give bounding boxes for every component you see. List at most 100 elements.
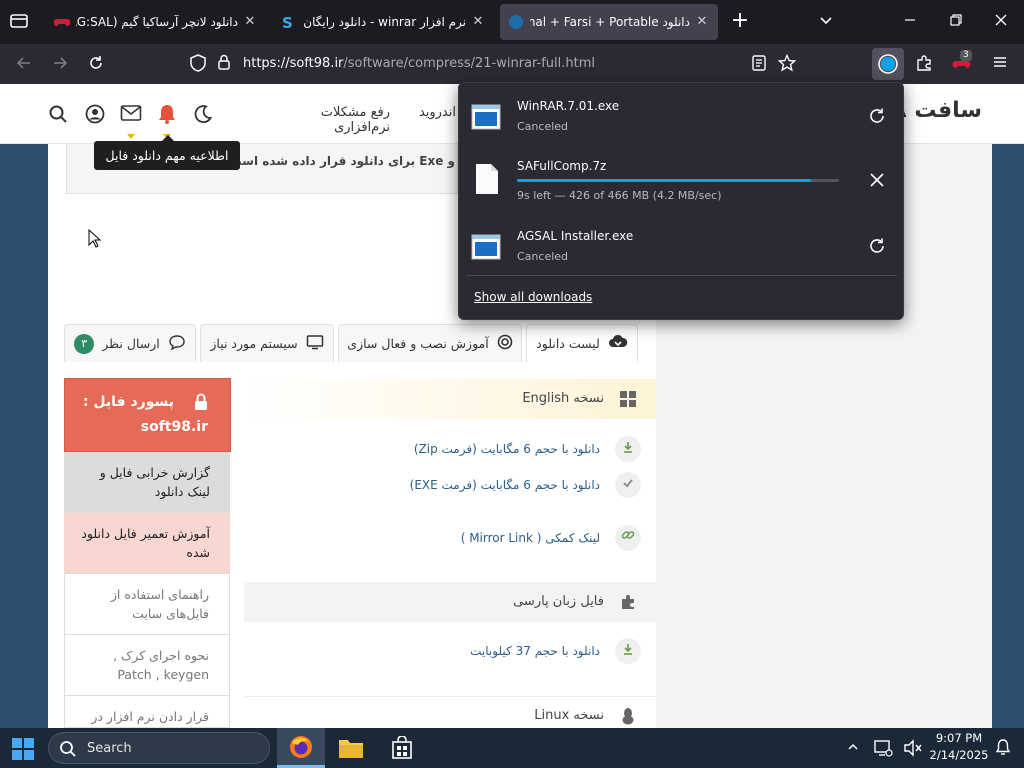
browser-tab-active[interactable]: دانلود Final + Farsi + Portable ✕ — [500, 4, 718, 40]
windows-icon — [620, 391, 636, 407]
close-tab-icon[interactable]: ✕ — [242, 14, 258, 30]
tray-chevron-up-icon[interactable] — [846, 740, 862, 756]
close-window-icon[interactable] — [991, 12, 1011, 32]
tab-overview-icon[interactable] — [8, 12, 30, 32]
tracking-protection-shield-icon[interactable] — [188, 54, 208, 74]
new-tab-icon[interactable]: + — [728, 10, 752, 34]
search-icon — [59, 740, 77, 758]
exe-file-icon — [471, 104, 501, 130]
clock-date[interactable]: 2/14/2025 — [928, 748, 990, 762]
sidebar-item-repair[interactable]: آموزش تعمیر فایل دانلود شده — [64, 513, 230, 574]
password-value: soft98.ir — [140, 419, 208, 435]
tab-title: نرم افزار winrar - دانلود رایگان نر — [302, 15, 466, 29]
download-item[interactable]: WinRAR.7.01.exe Canceled — [465, 87, 897, 147]
comment-count-badge: ۳ — [74, 333, 95, 354]
panel-divider — [467, 275, 897, 276]
section-title: نسخه English — [522, 391, 604, 406]
forward-icon[interactable] — [50, 54, 70, 74]
show-all-downloads-link[interactable]: Show all downloads — [474, 290, 592, 304]
tooltip-arrow — [162, 135, 174, 141]
mouse-cursor-icon — [88, 228, 102, 249]
menu-hamburger-icon[interactable] — [990, 54, 1010, 74]
retry-icon[interactable] — [868, 237, 886, 255]
download-link-language[interactable]: دانلود با حجم 37 کیلوبایت — [470, 644, 600, 658]
list-tabs-icon[interactable] — [816, 12, 836, 32]
soft98-favicon-icon — [508, 14, 524, 30]
close-tab-icon[interactable]: ✕ — [694, 14, 710, 30]
downloads-button[interactable] — [872, 48, 904, 80]
search-placeholder: Search — [87, 741, 132, 756]
retry-icon[interactable] — [868, 107, 886, 125]
lock-icon[interactable] — [214, 54, 234, 74]
url-host: https://soft98.ir — [243, 56, 344, 71]
tab-download-list[interactable]: لیست دانلود — [526, 324, 638, 362]
download-progress-fill — [517, 179, 812, 182]
link-icon — [615, 525, 641, 551]
tab-system-requirements[interactable]: سیستم مورد نیاز — [200, 324, 334, 362]
notifications-bell-icon[interactable] — [994, 738, 1014, 758]
mirror-link[interactable]: لینک کمکی ( Mirror Link ) — [461, 531, 600, 545]
search-icon[interactable] — [48, 104, 68, 124]
browser-tab[interactable]: دانلود لانچر آرساکیا گیم (AG:SAL) ✕ — [46, 4, 266, 40]
site-logo[interactable]: سافت ۹۸ — [902, 98, 982, 130]
close-tab-icon[interactable]: ✕ — [470, 14, 486, 30]
taskbar-search-box[interactable]: Search — [48, 732, 270, 764]
windows-start-icon[interactable] — [12, 738, 34, 760]
soft98-favicon-icon: S — [280, 14, 296, 32]
download-item[interactable]: AGSAL Installer.exe Canceled — [465, 217, 897, 277]
back-icon[interactable] — [14, 54, 34, 74]
notification-tooltip: اطلاعیه مهم دانلود فایل — [94, 141, 240, 170]
mail-icon[interactable] — [120, 104, 142, 124]
taskbar-firefox[interactable] — [277, 728, 325, 768]
user-account-icon[interactable] — [85, 104, 105, 124]
volume-muted-icon[interactable] — [903, 738, 923, 758]
cloud-download-icon — [608, 334, 628, 353]
sidebar-item-place[interactable]: قرار دادن نرم افزار در — [64, 696, 230, 728]
extension-icon[interactable]: 3 — [952, 50, 972, 74]
taskbar-file-explorer[interactable] — [329, 728, 373, 768]
section-title: فایل زبان پارسی — [513, 594, 604, 609]
sidebar-item-guide[interactable]: راهنمای استفاده از فایل‌های سایت — [64, 574, 230, 635]
nav-item-android[interactable]: اندروید — [400, 105, 456, 120]
extensions-puzzle-icon[interactable] — [914, 54, 934, 74]
url-text[interactable]: https://soft98.ir/software/compress/21-w… — [243, 56, 595, 71]
notification-bell-icon[interactable] — [155, 102, 179, 126]
download-item-active[interactable]: SAFullComp.7z 9s left — 426 of 466 MB (4… — [465, 149, 897, 209]
reload-icon[interactable] — [86, 54, 106, 74]
download-status: Canceled — [517, 250, 569, 263]
sidebar-item-report[interactable]: گزارش خرابی فایل و لینک دانلود — [64, 452, 230, 513]
network-icon[interactable] — [873, 738, 893, 758]
url-path: /software/compress/21-winrar-full.html — [343, 56, 596, 71]
tab-comments[interactable]: ارسال نظر ۳ — [64, 324, 196, 362]
tab-title: دانلود Final + Farsi + Portable — [530, 15, 690, 29]
section-header-linux: نسخه Linux — [244, 696, 656, 728]
tab-strip: دانلود لانچر آرساکیا گیم (AG:SAL) ✕ S نر… — [0, 0, 1024, 44]
tab-install-guide[interactable]: آموزش نصب و فعال سازی — [338, 324, 522, 362]
download-progress-bar — [517, 179, 839, 182]
tab-title: دانلود لانچر آرساکیا گیم (AG:SAL) — [76, 15, 238, 29]
gamepad-favicon-icon — [53, 14, 71, 30]
browser-tab[interactable]: S نرم افزار winrar - دانلود رایگان نر ✕ — [272, 4, 494, 40]
cancel-icon[interactable] — [869, 172, 885, 188]
download-filename: AGSAL Installer.exe — [517, 229, 634, 243]
linux-icon — [620, 707, 636, 725]
url-bar[interactable]: https://soft98.ir/software/compress/21-w… — [180, 49, 810, 79]
download-link-exe[interactable]: دانلود با حجم 6 مگابایت (فرمت EXE) — [410, 478, 600, 492]
minimize-icon[interactable] — [900, 12, 920, 32]
clock-time[interactable]: 9:07 PM — [934, 731, 984, 745]
download-link-zip[interactable]: دانلود با حجم 6 مگابایت (فرمت Zip) — [414, 442, 600, 456]
section-title: نسخه Linux — [534, 708, 604, 723]
nav-item-troubleshoot[interactable]: رفع مشکلات نرم‌افزاری — [270, 105, 390, 135]
reader-view-icon[interactable] — [749, 54, 769, 74]
restore-icon[interactable] — [946, 12, 966, 32]
download-icon — [615, 436, 641, 462]
dark-mode-moon-icon[interactable] — [193, 104, 213, 124]
download-filename: SAFullComp.7z — [517, 159, 607, 173]
password-box: پسورد فایل : soft98.ir — [64, 378, 231, 452]
puzzle-icon — [620, 594, 636, 610]
download-icon — [615, 638, 641, 664]
taskbar-store[interactable] — [380, 728, 424, 768]
generic-file-icon — [475, 163, 499, 195]
sidebar-item-crack[interactable]: نحوه اجرای کرک , Patch , keygen — [64, 635, 230, 696]
bookmark-star-icon[interactable] — [777, 53, 797, 74]
